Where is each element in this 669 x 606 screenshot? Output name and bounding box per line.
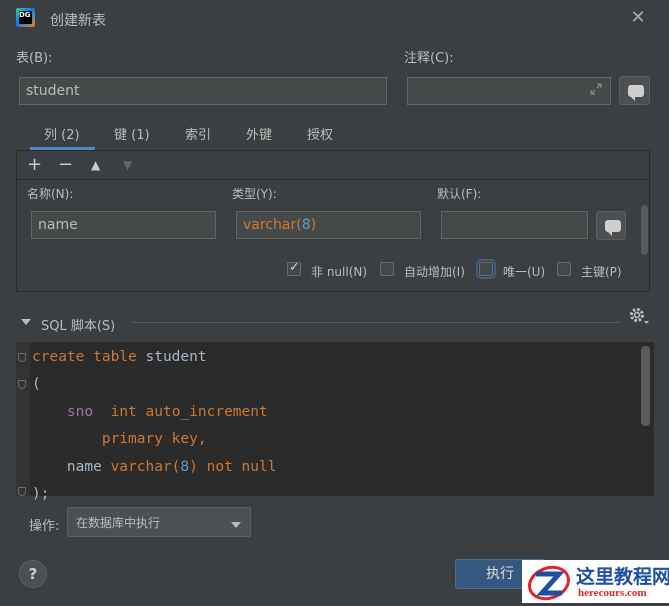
operation-select[interactable]: 在数据库中执行 [67,507,251,537]
sql-keyword: int auto_increment [93,404,268,420]
comment-input[interactable] [407,77,611,105]
column-default-input[interactable] [441,211,588,239]
type-length: 8 [301,217,311,233]
code-line-3: sno int auto_increment [32,399,268,427]
primary-key-label: 主键(P) [581,265,622,279]
tab-foreign-keys[interactable]: 外键 [246,124,272,143]
auto-increment-label: 自动增加(I) [404,265,465,279]
type-text: varchar( [243,217,302,233]
gear-icon[interactable] [628,306,650,326]
window-title: 创建新表 [50,13,106,29]
watermark-title: 这里教程网 [576,566,669,588]
sql-keyword: not null [197,459,277,475]
auto-increment-checkbox[interactable] [380,262,394,276]
sql-keyword: ) [189,459,198,475]
move-down-icon[interactable]: ▼ [123,154,132,176]
comment-bubble-icon [628,85,644,101]
expand-icon[interactable] [588,81,604,97]
not-null-label: 非 null(N) [311,265,368,279]
type-close: ) [310,217,317,233]
comment-dialog-button[interactable] [619,76,650,105]
operation-label: 操作: [29,519,60,534]
tab-grants[interactable]: 授权 [307,124,333,143]
comment-label: 注释(C): [404,51,454,66]
column-type-label: 类型(Y): [232,187,277,201]
datagrip-app-icon: DG [16,8,35,27]
columns-scrollbar[interactable] [641,205,648,255]
unique-checkbox[interactable] [476,259,496,279]
sql-column: sno [66,404,94,420]
section-divider [132,322,620,323]
close-icon[interactable]: ✕ [628,8,648,28]
column-name-input[interactable]: name [31,211,216,239]
table-name-label: 表(B): [16,51,53,66]
fold-marker-icon[interactable] [18,380,26,389]
column-default-label: 默认(F): [437,187,482,201]
editor-gutter [16,342,30,496]
tab-keys[interactable]: 键 (1) [114,124,150,143]
default-comment-button[interactable] [596,211,626,240]
not-null-checkbox[interactable] [287,260,301,276]
remove-column-icon[interactable]: − [58,154,73,176]
sql-identifier: student [136,349,207,365]
help-button[interactable]: ? [19,560,47,588]
column-name-label: 名称(N): [27,187,74,201]
tab-indexes[interactable]: 索引 [185,124,211,143]
add-column-icon[interactable]: + [27,154,42,176]
chevron-down-icon [231,518,241,528]
code-line-1: create table student [32,344,207,372]
code-line-4: primary key, [32,426,207,454]
code-line-2: ( [32,376,41,392]
primary-key-checkbox[interactable] [557,262,571,276]
sql-identifier: name [66,459,111,475]
app-icon-text: DG [19,11,31,19]
watermark-logo [526,562,572,602]
tab-columns[interactable]: 列 (2) [44,124,80,143]
code-line-5: name varchar(8) not null [32,454,277,482]
fold-marker-icon[interactable] [18,353,26,362]
sql-keyword: varchar( [110,459,181,475]
table-name-input[interactable]: student [19,77,387,105]
fold-marker-icon[interactable] [18,487,26,496]
move-up-icon[interactable]: ▲ [91,154,100,176]
operation-selected: 在数据库中执行 [76,516,161,530]
column-toolbar [17,151,649,180]
unique-label: 唯一(U) [503,265,546,279]
sql-section-label[interactable]: SQL 脚本(S) [41,315,115,334]
watermark-url: herecours.com [578,587,647,599]
comment-bubble-icon [605,220,621,236]
editor-scrollbar[interactable] [641,346,650,426]
column-type-input[interactable]: varchar(8) [236,211,421,239]
code-line-6: ); [32,486,50,502]
sql-number: 8 [180,459,190,475]
collapse-triangle-icon[interactable] [20,316,32,326]
sql-keyword: primary key, [101,431,207,447]
sql-keyword: create table [32,349,137,365]
